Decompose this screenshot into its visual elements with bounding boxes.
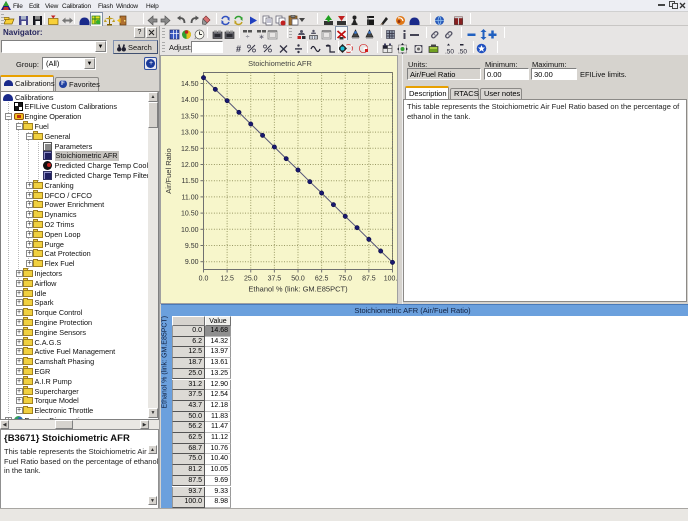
svg-text:14.00: 14.00 bbox=[181, 97, 199, 104]
svg-text:9.00: 9.00 bbox=[185, 259, 199, 266]
svg-text:75.0: 75.0 bbox=[338, 276, 352, 283]
svg-text:0.0: 0.0 bbox=[199, 276, 209, 283]
svg-text:13.00: 13.00 bbox=[181, 130, 199, 137]
svg-text:25.0: 25.0 bbox=[244, 276, 258, 283]
svg-text:.50: .50 bbox=[445, 49, 454, 55]
svg-text:.50: .50 bbox=[458, 49, 467, 55]
svg-text:Air/Fuel Ratio: Air/Fuel Ratio bbox=[164, 148, 173, 193]
svg-text:10.00: 10.00 bbox=[181, 227, 199, 234]
svg-text:11.00: 11.00 bbox=[182, 194, 199, 201]
svg-text:11.50: 11.50 bbox=[182, 178, 199, 185]
svg-text:9.50: 9.50 bbox=[185, 243, 199, 250]
svg-text:87.5: 87.5 bbox=[362, 276, 376, 283]
svg-text:12.50: 12.50 bbox=[181, 146, 199, 153]
svg-text:10.50: 10.50 bbox=[181, 211, 199, 218]
svg-text:12.00: 12.00 bbox=[181, 162, 199, 169]
svg-text:37.5: 37.5 bbox=[268, 276, 282, 283]
svg-text:62.5: 62.5 bbox=[315, 276, 329, 283]
svg-text:#: # bbox=[236, 44, 241, 54]
svg-text:Ethanol % (link: GM.E85PCT): Ethanol % (link: GM.E85PCT) bbox=[248, 285, 348, 294]
svg-text:Stoichiometric AFR: Stoichiometric AFR bbox=[248, 59, 312, 68]
svg-text:50.0: 50.0 bbox=[291, 276, 305, 283]
svg-text:100.0: 100.0 bbox=[384, 276, 397, 283]
svg-text:13.50: 13.50 bbox=[181, 113, 199, 120]
svg-text:14.50: 14.50 bbox=[181, 81, 199, 88]
svg-text:12.5: 12.5 bbox=[220, 276, 234, 283]
